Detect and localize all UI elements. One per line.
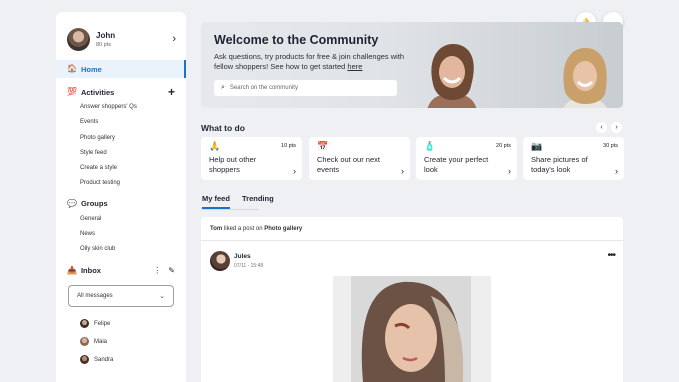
avatar [67, 27, 90, 51]
card-points: 10 pts [281, 143, 296, 149]
avatar [80, 355, 89, 365]
feed-card: Tom liked a post on Photo gallery Jules … [201, 217, 623, 382]
carousel-next-button[interactable]: › [611, 122, 622, 133]
profile-card[interactable]: John 80 pts › [56, 12, 186, 54]
profile-points: 80 pts [96, 41, 111, 48]
task-card[interactable]: 📷 30 pts Share pictures of today's look … [523, 137, 624, 180]
chevron-down-icon: ⌄ [159, 292, 165, 300]
lotion-bottle-icon: 🧴 [424, 141, 436, 151]
nav-item-oily-skin[interactable]: Oily skin club [56, 242, 186, 257]
compose-icon[interactable]: ✎ [168, 266, 175, 275]
what-to-do-title: What to do [201, 123, 245, 133]
tab-trending[interactable]: Trending [242, 194, 274, 209]
nav-item-create-style[interactable]: Create a style [56, 161, 186, 176]
banner-title: Welcome to the Community [214, 33, 379, 47]
more-options-icon[interactable]: ••• [607, 250, 615, 261]
task-card[interactable]: 🧴 20 pts Create your perfect look › [416, 137, 517, 180]
camera-icon: 📷 [531, 141, 543, 151]
nav-item-product-testing[interactable]: Product testing [56, 176, 186, 191]
post-timestamp: 07/11 - 15:48 [234, 263, 264, 269]
task-card[interactable]: 📅 Check out our next events › [309, 137, 410, 180]
card-label: Share pictures of today's look [531, 155, 588, 174]
feed-activity: Tom liked a post on Photo gallery [210, 226, 303, 232]
activities-icon: 💯 [67, 87, 77, 96]
contact-name: Felipe [94, 320, 111, 327]
chevron-right-icon[interactable]: › [172, 33, 176, 45]
contact-name: Maia [94, 338, 108, 345]
avatar [80, 337, 89, 347]
nav-item-news[interactable]: News [56, 227, 186, 242]
hero-photo-person-right [563, 48, 607, 108]
post-author[interactable]: Jules [234, 253, 251, 260]
inbox-contact[interactable]: Maia [56, 333, 186, 351]
inbox-contact[interactable]: Felipe [56, 315, 186, 333]
post-photo[interactable] [333, 276, 491, 382]
task-card[interactable]: 🙏 10 pts Help out other shoppers › [201, 137, 302, 180]
messages-filter-value: All messages [77, 292, 113, 299]
tab-my-feed[interactable]: My feed [202, 194, 230, 209]
carousel-prev-button[interactable]: ‹ [596, 122, 607, 133]
nav-item-answer[interactable]: Answer shoppers' Qs [56, 100, 186, 115]
sidebar: John 80 pts › 🏠 Home 💯 Activities + Answ… [56, 12, 186, 382]
card-label: Create your perfect look [424, 155, 489, 174]
nav-home[interactable]: 🏠 Home [56, 60, 186, 78]
welcome-banner: Welcome to the Community Ask questions, … [201, 22, 623, 108]
chevron-right-icon: › [401, 166, 404, 176]
community-search-input[interactable]: ⌕ Search on the community [214, 80, 397, 96]
nav-item-events[interactable]: Events [56, 115, 186, 130]
avatar[interactable] [210, 251, 230, 271]
chat-bubble-icon: 💬 [67, 198, 77, 208]
activities-title: Activities [80, 87, 115, 97]
inbox-icon: 📥 [67, 265, 77, 275]
chevron-right-icon: › [615, 166, 618, 176]
banner-subtitle: Ask questions, try products for free & j… [214, 52, 405, 71]
inbox-title: Inbox [80, 266, 101, 276]
nav-item-photo-gallery[interactable]: Photo gallery [56, 131, 186, 146]
add-icon[interactable]: + [168, 86, 175, 98]
card-label: Check out our next events [317, 155, 380, 174]
banner-link[interactable]: here [347, 62, 362, 71]
chevron-right-icon: › [508, 166, 511, 176]
nav-home-label: Home [80, 64, 102, 74]
avatar [80, 319, 89, 329]
chevron-left-icon: ‹ [600, 124, 603, 131]
profile-name: John [96, 30, 116, 40]
messages-filter-select[interactable]: All messages ⌄ [68, 284, 174, 307]
groups-header[interactable]: 💬 Groups [56, 196, 186, 212]
groups-title: Groups [80, 199, 108, 209]
chevron-right-icon: › [293, 166, 296, 176]
card-points: 30 pts [603, 143, 618, 149]
inbox-header[interactable]: 📥 Inbox ⋮ ✎ [56, 263, 186, 279]
activities-header[interactable]: 💯 Activities + [56, 84, 186, 100]
nav-item-general[interactable]: General [56, 212, 186, 227]
main-content: Welcome to the Community Ask questions, … [201, 0, 624, 382]
calendar-icon: 📅 [317, 141, 329, 151]
chevron-right-icon: › [615, 124, 618, 131]
praying-hands-icon: 🙏 [209, 141, 221, 151]
search-placeholder: Search on the community [229, 85, 298, 91]
card-label: Help out other shoppers [209, 155, 257, 174]
more-vertical-icon[interactable]: ⋮ [153, 266, 161, 275]
contact-name: Sandra [94, 356, 114, 363]
inbox-contact[interactable]: Sandra [56, 351, 186, 369]
hero-photo-person-left [427, 44, 477, 108]
search-icon: ⌕ [221, 84, 225, 91]
nav-item-style-feed[interactable]: Style feed [56, 146, 186, 161]
home-icon: 🏠 [67, 64, 77, 73]
card-points: 20 pts [496, 143, 511, 149]
